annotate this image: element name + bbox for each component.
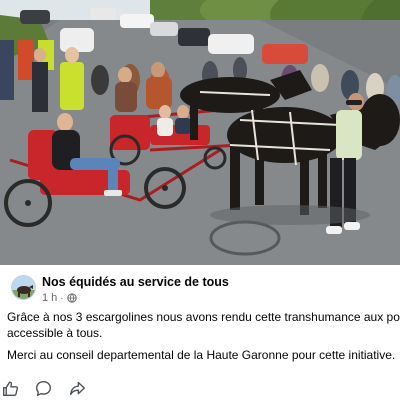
comment-button[interactable] xyxy=(34,379,52,397)
post-text-line: Grâce à nos 3 escargolines nous avons re… xyxy=(7,310,400,324)
post-meta: 1 h · xyxy=(42,292,77,304)
page-avatar[interactable] xyxy=(11,275,36,300)
comment-bubble-icon xyxy=(35,380,51,396)
like-button[interactable] xyxy=(1,379,19,397)
meta-separator: · xyxy=(60,292,64,304)
share-button[interactable] xyxy=(68,379,86,397)
post-text-paragraph-1: Grâce à nos 3 escargolines nous avons re… xyxy=(7,309,400,341)
share-arrow-icon xyxy=(69,381,85,395)
thumbs-up-icon xyxy=(2,380,18,396)
photo-scene xyxy=(0,0,400,265)
post-time[interactable]: 1 h xyxy=(42,292,57,304)
post-text-line: accessible à tous. xyxy=(7,326,103,340)
post-photo[interactable] xyxy=(0,0,400,265)
post-actions xyxy=(0,377,400,399)
post-author[interactable]: Nos équidés au service de tous xyxy=(42,275,229,289)
globe-icon[interactable] xyxy=(66,293,77,303)
post-text-paragraph-2: Merci au conseil departemental de la Hau… xyxy=(7,348,396,362)
